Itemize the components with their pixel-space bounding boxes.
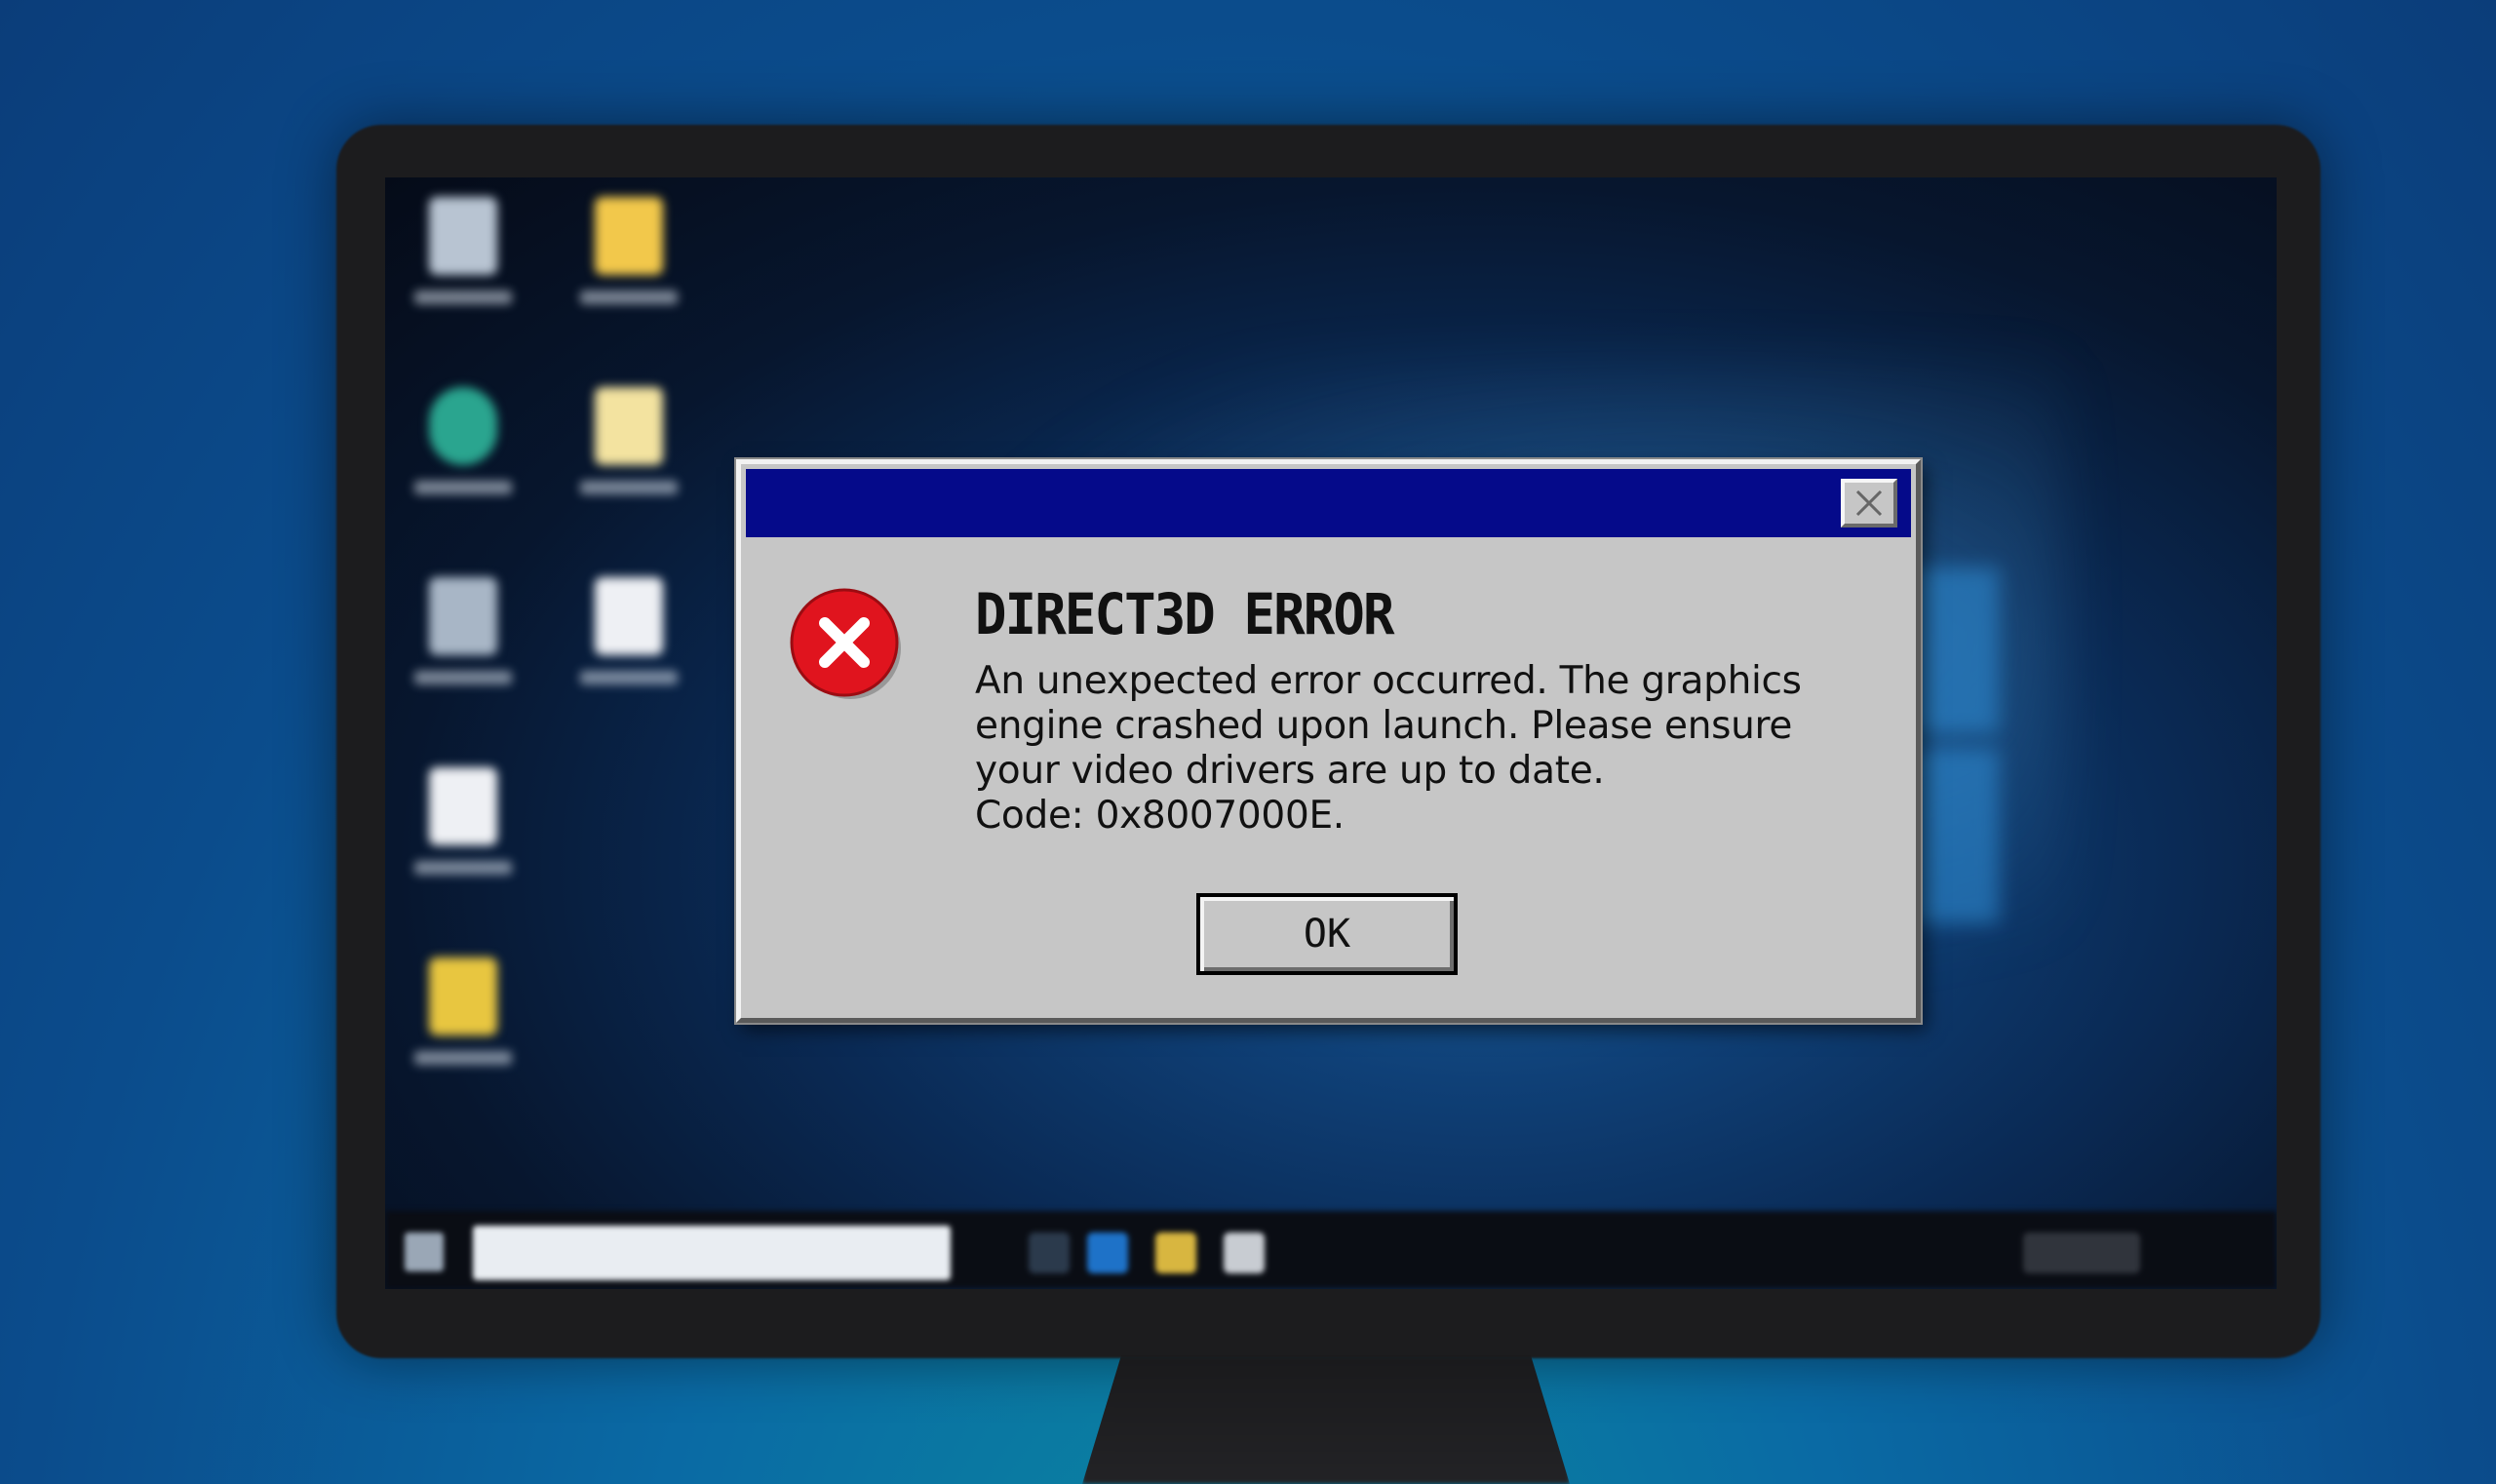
store-icon[interactable] [1224, 1232, 1265, 1273]
file-explorer-icon[interactable] [1155, 1232, 1196, 1273]
ok-button[interactable]: OK [1196, 893, 1458, 975]
file-icon[interactable] [570, 387, 687, 533]
media-file-icon[interactable] [405, 957, 522, 1104]
search-box[interactable] [473, 1226, 951, 1280]
document-icon[interactable] [405, 767, 522, 914]
error-message-line: engine crashed upon launch. Please ensur… [975, 704, 1793, 748]
recycle-bin-icon[interactable] [405, 197, 522, 343]
error-x-icon [790, 588, 901, 699]
document-icon[interactable] [570, 577, 687, 723]
close-button[interactable] [1841, 479, 1897, 527]
dialog-titlebar [746, 469, 1911, 537]
error-heading: DIRECT3D ERROR [975, 581, 1394, 647]
edge-icon[interactable] [1087, 1232, 1128, 1273]
error-message-line: your video drivers are up to date. [975, 749, 1605, 793]
close-icon [1855, 489, 1883, 517]
folder-icon[interactable] [570, 197, 687, 343]
task-view-icon[interactable] [1029, 1232, 1070, 1273]
error-dialog: DIRECT3D ERROR An unexpected error occur… [736, 459, 1921, 1023]
system-tray[interactable] [2023, 1232, 2140, 1273]
start-button[interactable] [405, 1232, 444, 1271]
recycle-bin-icon[interactable] [405, 577, 522, 723]
error-message-line: An unexpected error occurred. The graphi… [975, 659, 1802, 703]
edge-browser-icon[interactable] [405, 387, 522, 533]
error-code: Code: 0x8007000E. [975, 794, 1345, 838]
monitor-stand [1082, 1355, 1570, 1484]
error-message: An unexpected error occurred. The graphi… [975, 659, 1911, 839]
taskbar [385, 1211, 2277, 1289]
